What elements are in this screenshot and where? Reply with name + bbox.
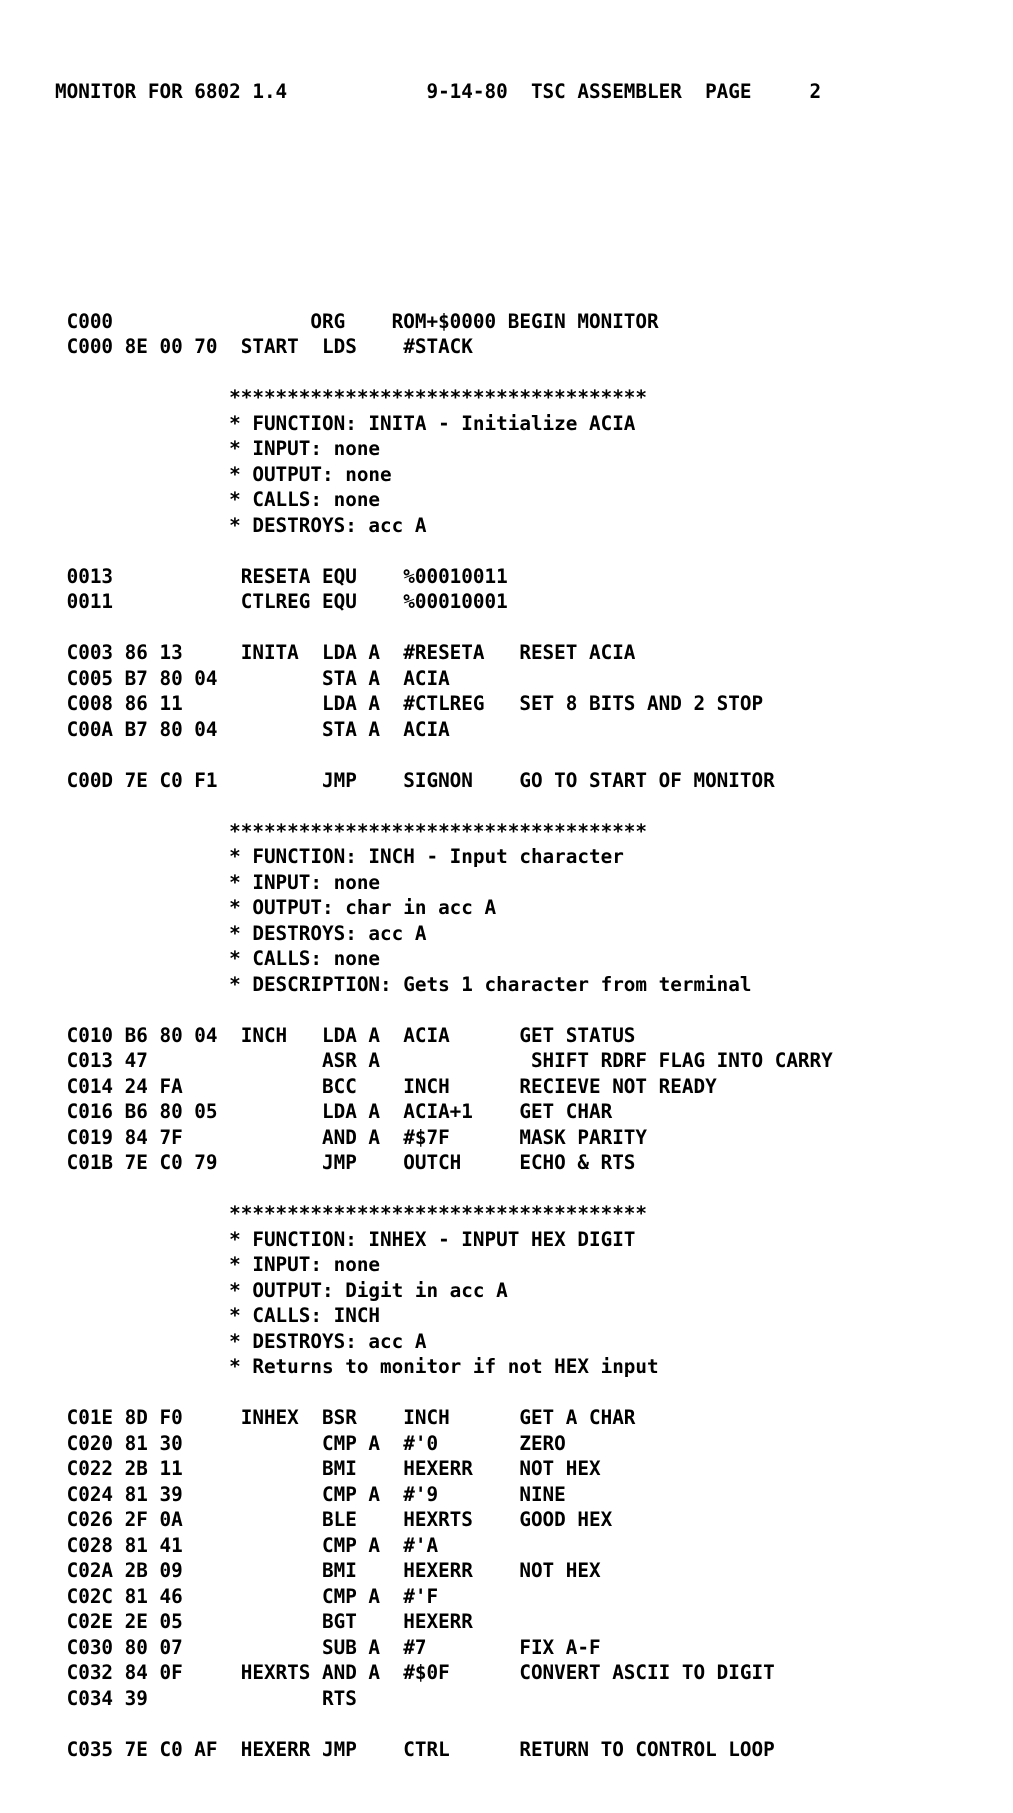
listing-line: C010 B6 80 04 INCH LDA A ACIA GET STATUS	[55, 1023, 636, 1047]
listing-line: C01B 7E C0 79 JMP OUTCH ECHO & RTS	[55, 1151, 636, 1174]
listing-line: C019 84 7F AND A #$7F MASK PARITY	[55, 1125, 648, 1149]
listing-line: * CALLS: INCH	[55, 1304, 381, 1327]
listing-line: C032 84 0F HEXRTS AND A #$0F CONVERT ASC…	[55, 1661, 775, 1684]
listing-line: 0011 CTLREG EQU %00010001	[55, 590, 508, 613]
listing-line: 0013 RESETA EQU %00010011	[55, 564, 508, 588]
listing-line: ************************************	[55, 386, 648, 409]
listing-line: * CALLS: none	[55, 947, 381, 970]
spacer-line	[55, 742, 833, 768]
listing-line: C00D 7E C0 F1 JMP SIGNON GO TO START OF …	[55, 768, 775, 792]
spacer-line	[55, 1176, 833, 1202]
listing-line: * INPUT: none	[55, 870, 381, 894]
listing-line: C020 81 30 CMP A #'0 ZERO	[55, 1431, 566, 1455]
listing-line: C034 39 RTS	[55, 1686, 357, 1710]
listing-line: * DESTROYS: acc A	[55, 921, 427, 945]
listing-line: C022 2B 11 BMI HEXERR NOT HEX	[55, 1457, 601, 1480]
listing-body: C000 ORG ROM+$0000 BEGIN MONITOR C000 8E…	[55, 309, 833, 1763]
listing-line: C02C 81 46 CMP A #'F	[55, 1584, 439, 1608]
spacer-line	[55, 538, 833, 564]
listing-line: * FUNCTION: INCH - Input character	[55, 845, 624, 868]
spacer-line	[55, 793, 833, 819]
listing-line: C013 47 ASR A SHIFT RDRF FLAG INTO CARRY	[55, 1049, 833, 1072]
listing-line: C005 B7 80 04 STA A ACIA	[55, 666, 450, 690]
listing-line: * CALLS: none	[55, 488, 381, 511]
listing-line: * OUTPUT: none	[55, 462, 392, 486]
listing-line: C030 80 07 SUB A #7 FIX A-F	[55, 1635, 601, 1659]
listing-page: MONITOR FOR 6802 1.4 9-14-80 TSC ASSEMBL…	[0, 0, 1013, 1761]
listing-line: * INPUT: none	[55, 437, 381, 460]
listing-line: * OUTPUT: char in acc A	[55, 896, 497, 919]
listing-line: * Returns to monitor if not HEX input	[55, 1355, 659, 1378]
listing-line: C000 ORG ROM+$0000 BEGIN MONITOR	[55, 309, 659, 333]
listing-line: * DESCRIPTION: Gets 1 character from ter…	[55, 972, 752, 996]
spacer-line	[55, 997, 833, 1023]
spacer-line	[55, 1711, 833, 1737]
listing-line: C035 7E C0 AF HEXERR JMP CTRL RETURN TO …	[55, 1737, 775, 1761]
listing-line: C000 8E 00 70 START LDS #STACK	[55, 335, 473, 358]
listing-line: ************************************	[55, 819, 648, 843]
listing-line: * INPUT: none	[55, 1253, 381, 1276]
listing-line: C024 81 39 CMP A #'9 NINE	[55, 1482, 566, 1506]
spacer-line	[55, 232, 833, 258]
listing-line: C026 2F 0A BLE HEXRTS GOOD HEX	[55, 1508, 613, 1531]
listing-line: C028 81 41 CMP A #'A	[55, 1533, 439, 1557]
listing-line: C003 86 13 INITA LDA A #RESETA RESET ACI…	[55, 641, 636, 664]
spacer-line	[55, 615, 833, 641]
spacer-line	[55, 1380, 833, 1406]
listing-line: C01E 8D F0 INHEX BSR INCH GET A CHAR	[55, 1406, 636, 1429]
listing-line: C02A 2B 09 BMI HEXERR NOT HEX	[55, 1559, 601, 1582]
assembler-listing: MONITOR FOR 6802 1.4 9-14-80 TSC ASSEMBL…	[55, 28, 833, 1813]
listing-line: * DESTROYS: acc A	[55, 1329, 427, 1353]
listing-line: * FUNCTION: INITA - Initialize ACIA	[55, 411, 636, 435]
spacer-line	[55, 156, 833, 182]
listing-line: * DESTROYS: acc A	[55, 513, 427, 537]
spacer-line	[55, 360, 833, 386]
listing-line: * FUNCTION: INHEX - INPUT HEX DIGIT	[55, 1227, 636, 1251]
listing-header-line: MONITOR FOR 6802 1.4 9-14-80 TSC ASSEMBL…	[55, 80, 822, 103]
listing-line: C014 24 FA BCC INCH RECIEVE NOT READY	[55, 1074, 717, 1098]
listing-line: * OUTPUT: Digit in acc A	[55, 1278, 508, 1302]
listing-line: C016 B6 80 05 LDA A ACIA+1 GET CHAR	[55, 1100, 613, 1123]
listing-line: C008 86 11 LDA A #CTLREG SET 8 BITS AND …	[55, 692, 764, 715]
listing-line: C00A B7 80 04 STA A ACIA	[55, 717, 450, 741]
listing-line: ************************************	[55, 1202, 648, 1225]
